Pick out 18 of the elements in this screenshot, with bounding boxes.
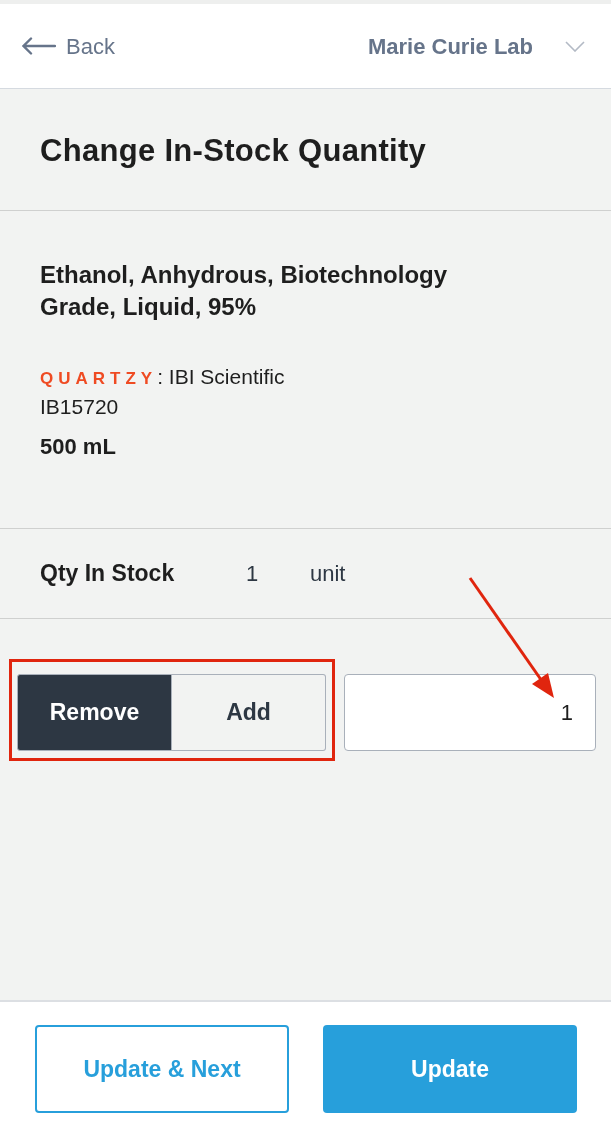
- vendor-name: : IBI Scientific: [157, 364, 285, 390]
- back-arrow-icon: [22, 37, 56, 55]
- product-size: 500 mL: [40, 432, 116, 461]
- stock-quantity: 1: [246, 560, 260, 588]
- catalog-number: IB15720: [40, 393, 119, 420]
- chevron-down-icon: [565, 40, 585, 52]
- stock-label: Qty In Stock: [40, 559, 176, 589]
- footer-button[interactable]: Update & Next: [35, 1025, 289, 1113]
- brand-logo: QUARTZY: [40, 368, 158, 390]
- product-name: Ethanol, Anhydrous, Biotechnology Grade, Liquid, 95%: [40, 260, 449, 322]
- mode-tab[interactable]: Add: [172, 674, 326, 751]
- stock-unit: unit: [310, 560, 346, 588]
- footer-button[interactable]: Update: [323, 1025, 577, 1113]
- back-button[interactable]: Back: [22, 29, 115, 63]
- page-title: Change In-Stock Quantity: [40, 131, 427, 170]
- mode-tab[interactable]: Remove: [17, 674, 172, 751]
- lab-selector[interactable]: Marie Curie Lab: [367, 29, 585, 63]
- amount-field[interactable]: 1: [344, 674, 596, 751]
